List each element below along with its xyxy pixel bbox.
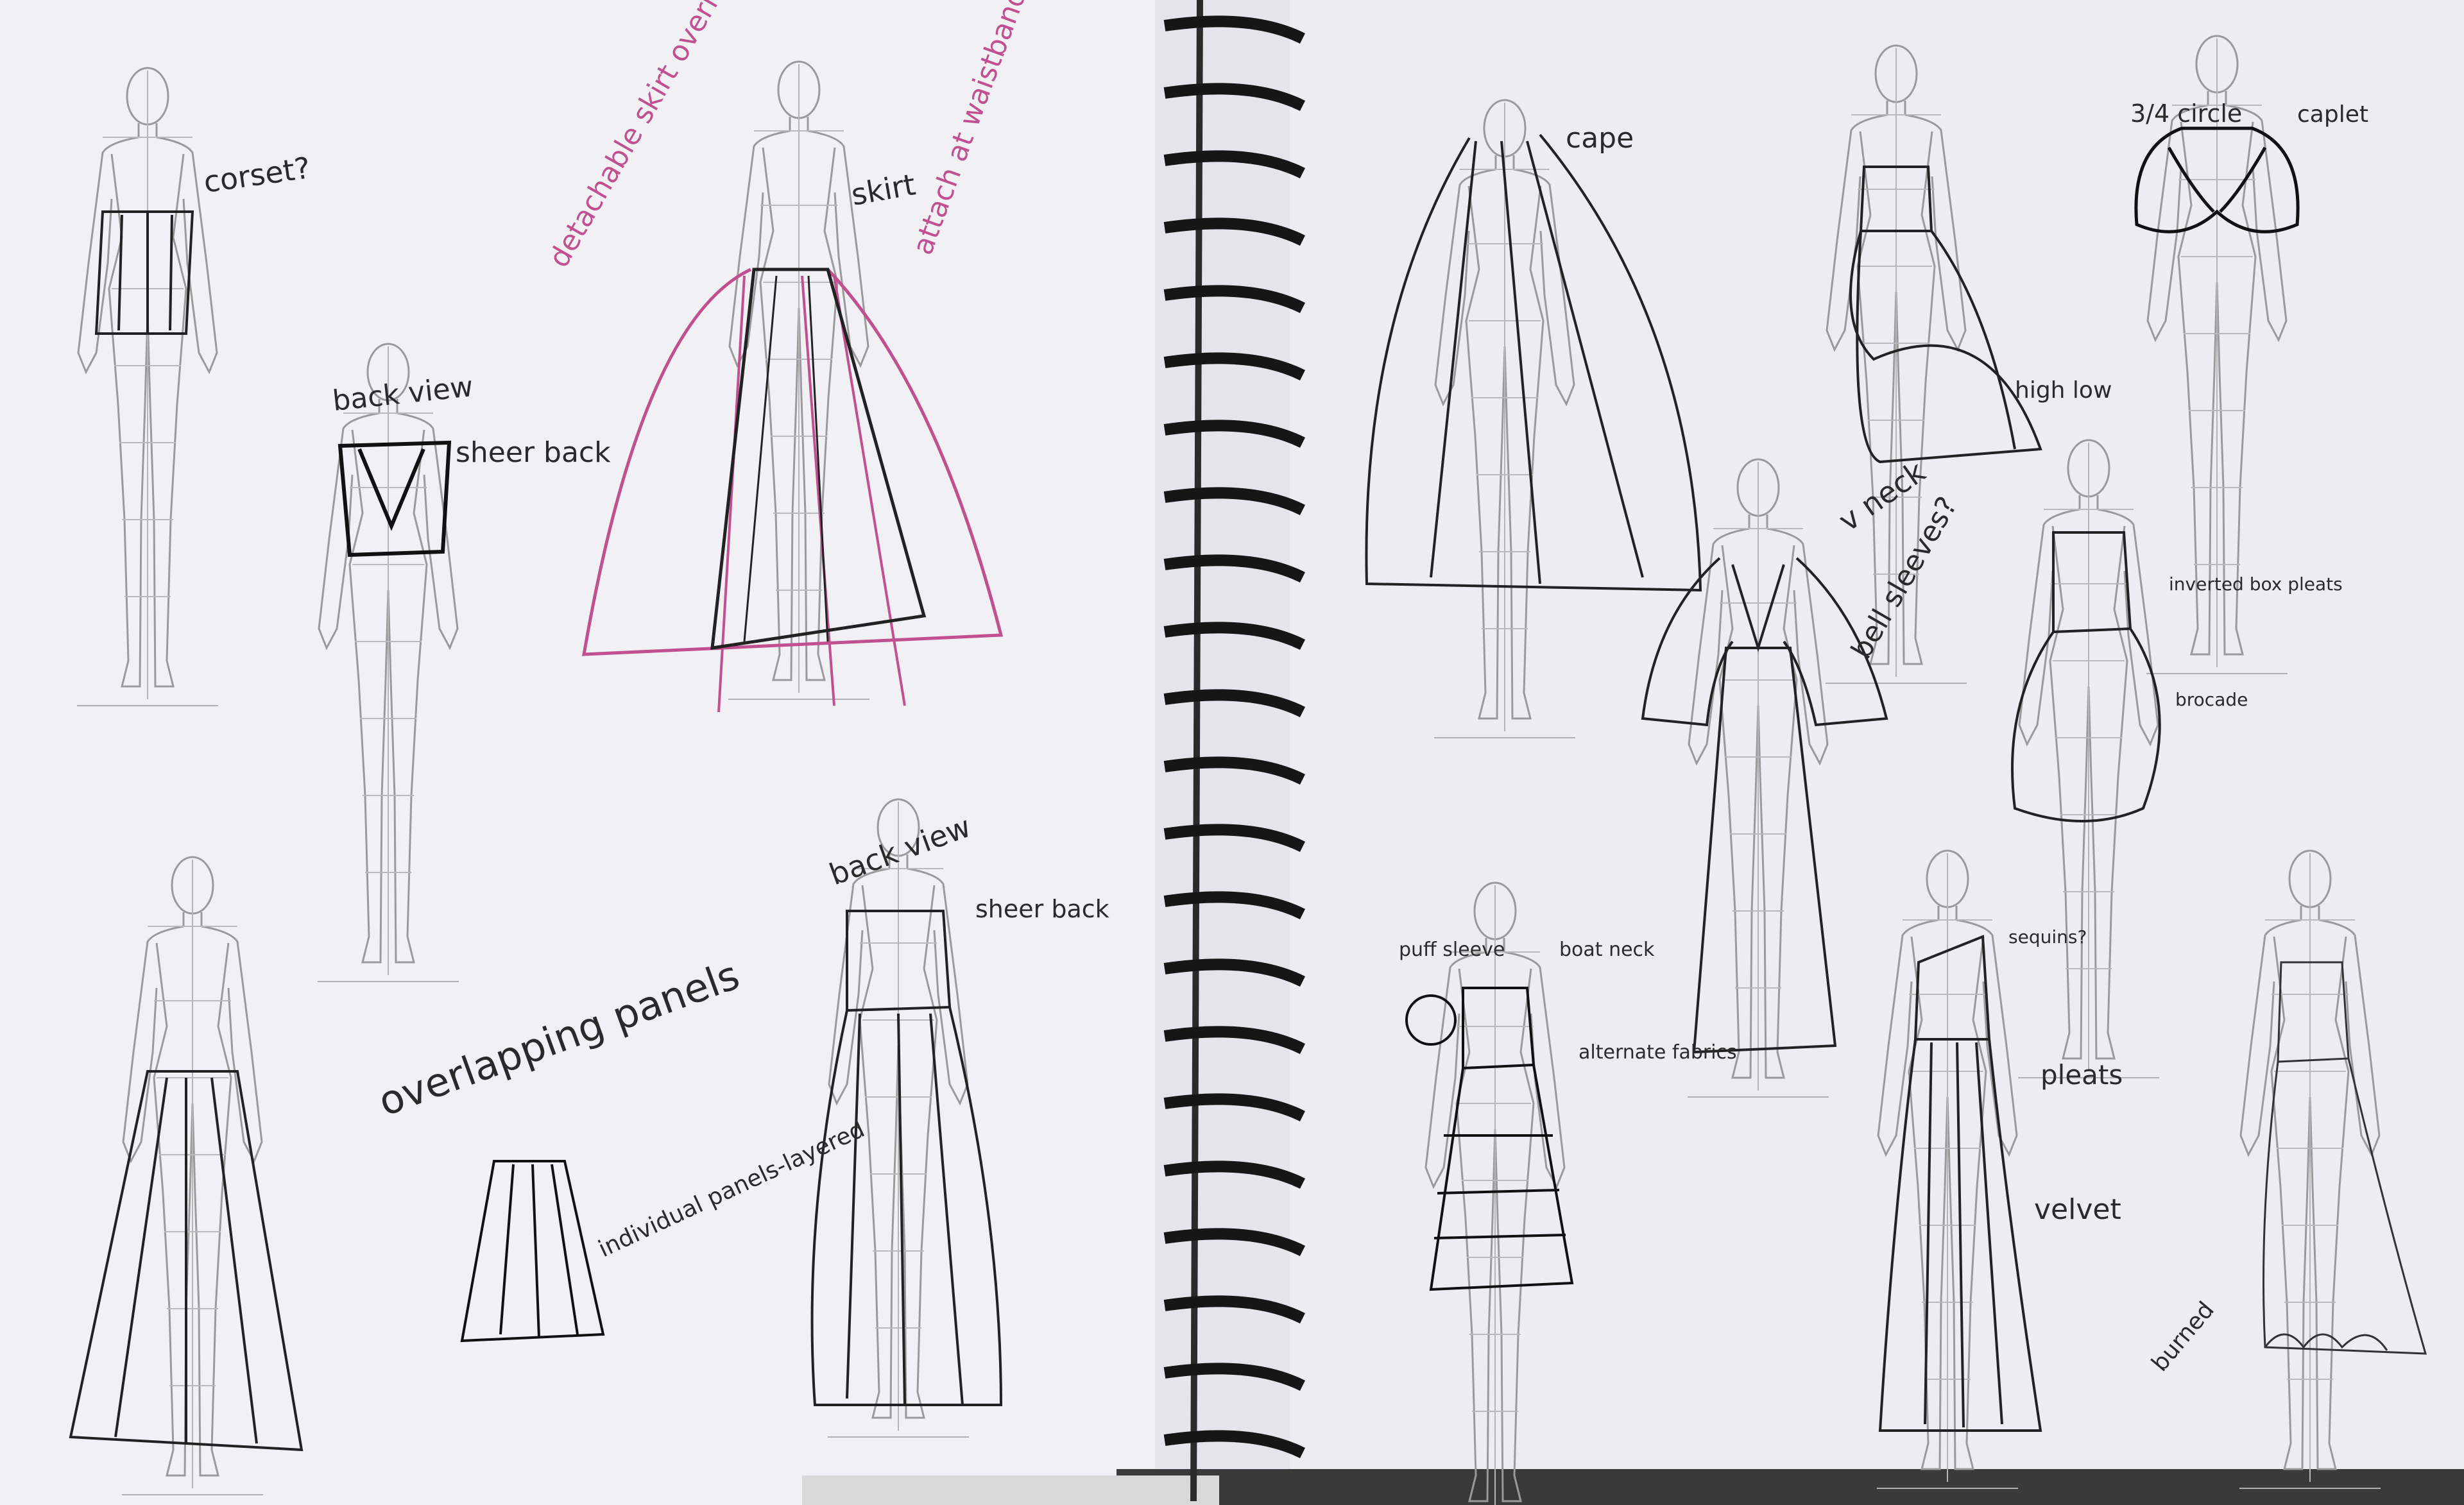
note-puff-sleeve: puff sleeve [1399, 939, 1505, 961]
note-sequins: sequins? [2008, 926, 2087, 948]
note-high-low: high low [2015, 377, 2112, 404]
right-page [1290, 0, 2464, 1488]
note-cape: cape [1566, 122, 1634, 155]
note-caplet: caplet [2297, 101, 2368, 128]
note-inverted: inverted box pleats [2169, 574, 2343, 595]
note-pleats: pleats [2041, 1059, 2123, 1091]
note-velvet: velvet [2034, 1193, 2121, 1226]
note-brocade: brocade [2175, 689, 2248, 710]
note-sheer-back-1: sheer back [456, 436, 611, 469]
note-boat-neck: boat neck [1559, 939, 1655, 961]
note-alternate: alternate fabrics [1579, 1041, 1737, 1064]
sketchbook-photo: corset? back view sheer back detachable … [0, 0, 2464, 1505]
note-circle: 3/4 circle [2130, 99, 2242, 128]
note-sheer-back-2: sheer back [975, 895, 1109, 923]
